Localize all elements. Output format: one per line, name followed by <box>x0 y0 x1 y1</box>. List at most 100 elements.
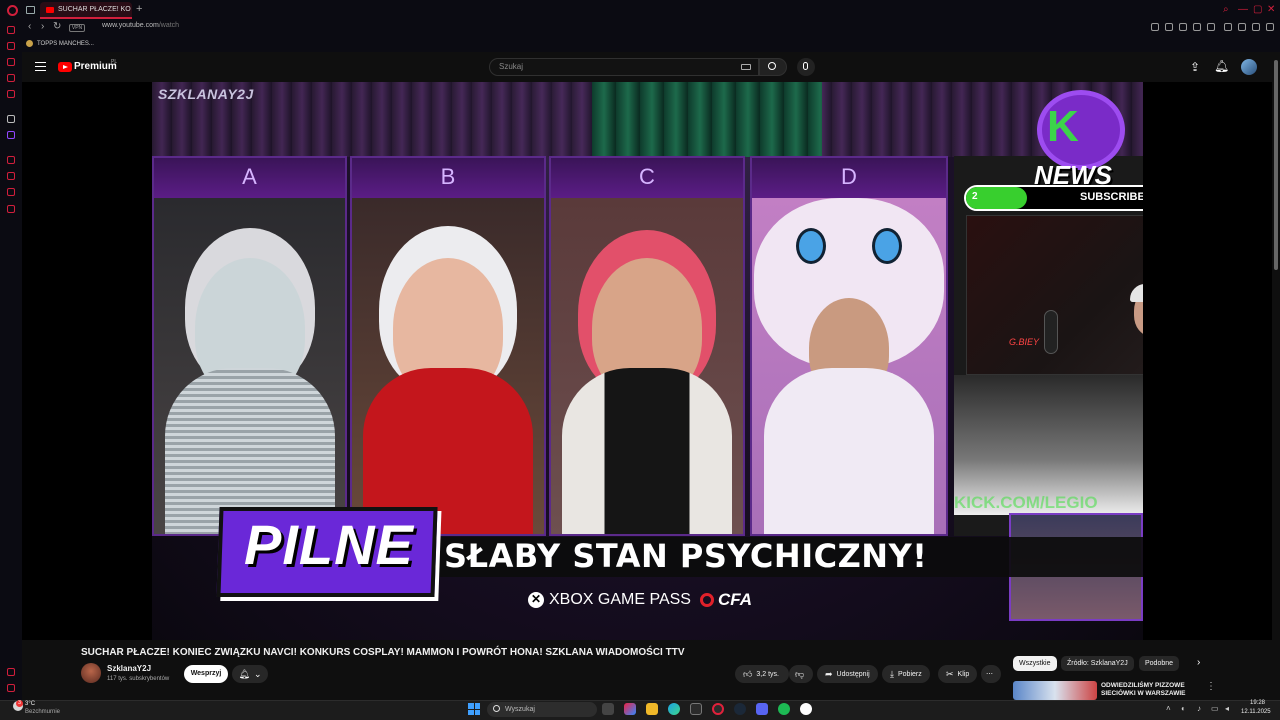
taskbar-search-input[interactable]: Wyszukaj <box>487 702 597 717</box>
vpn-badge[interactable]: VPN <box>69 24 85 32</box>
easy-setup-icon[interactable] <box>1266 23 1274 31</box>
steam-icon[interactable] <box>734 703 746 715</box>
windows-taskbar <box>0 700 1280 720</box>
chip-similar[interactable]: Podobne <box>1139 656 1180 671</box>
copilot-icon[interactable] <box>624 703 636 715</box>
task-view-icon[interactable] <box>602 703 614 715</box>
keyboard-icon[interactable] <box>741 64 751 70</box>
volume-icon[interactable]: ◂ <box>1225 704 1229 713</box>
tray-app-icon[interactable]: ◐ <box>1181 704 1186 713</box>
contestant-outfit <box>764 368 934 534</box>
active-browser-tab[interactable]: SUCHAR PŁACZE! KO <box>40 2 132 19</box>
bookmark-favicon-icon <box>26 40 33 47</box>
url-field[interactable]: www.youtube.com/watch <box>102 22 179 29</box>
extensions-icon[interactable] <box>1224 23 1232 31</box>
download-icon[interactable] <box>1252 23 1260 31</box>
chevron-up-icon[interactable]: ˄ <box>1166 704 1171 713</box>
search-icon <box>493 705 500 712</box>
edge-icon[interactable] <box>668 703 680 715</box>
downloads-icon[interactable] <box>7 188 15 196</box>
video-frame[interactable]: SZKLANAY2J A B C D KICK.COM/LEGIO K NEWS <box>152 82 1143 640</box>
microphone-icon[interactable]: ♪ <box>1197 704 1201 713</box>
whatsapp-icon[interactable] <box>7 58 15 66</box>
notifications-bell-icon[interactable]: 🔔︎ <box>1214 59 1229 73</box>
maximize-window-button[interactable]: ▢ <box>1253 4 1262 15</box>
hamburger-menu-icon[interactable] <box>35 62 46 71</box>
news-logo-letter: K <box>1047 102 1079 151</box>
wallet-icon[interactable] <box>1238 23 1246 31</box>
neon-sign: G.BIEY <box>1009 337 1040 347</box>
shield-icon[interactable] <box>1179 23 1187 31</box>
recommendation-title[interactable]: ODWIEDZILIŚMY PIZZOWE SIECIÓWKI W WARSZA… <box>1101 682 1197 698</box>
reload-button[interactable]: ↻ <box>53 21 61 32</box>
file-explorer-icon[interactable] <box>646 703 658 715</box>
opera-menu-icon[interactable] <box>7 5 18 16</box>
vk-icon[interactable] <box>7 90 15 98</box>
share-label: Udostępnij <box>836 670 870 678</box>
more-icon: ⋯ <box>986 671 993 678</box>
contestant-letter: D <box>841 164 857 189</box>
chevron-right-icon[interactable]: › <box>1197 657 1200 668</box>
download-button[interactable]: ⤓ Pobierz <box>882 665 930 683</box>
chip-source[interactable]: Źródło: SzklanaY2J <box>1061 656 1134 671</box>
network-icon[interactable]: ▭ <box>1211 704 1219 713</box>
ai-icon[interactable] <box>7 115 15 123</box>
heart-icon[interactable] <box>1207 23 1215 31</box>
spotify-icon[interactable] <box>778 703 790 715</box>
subscribed-button[interactable]: 🔔︎ ⌄ <box>232 665 268 683</box>
minimize-window-button[interactable]: — <box>1238 4 1248 15</box>
browser-tab-bar <box>0 0 1280 20</box>
user-avatar[interactable] <box>1241 59 1257 75</box>
recommendation-menu-icon[interactable]: ⋮ <box>1206 681 1216 692</box>
breaking-badge-text: PILNE <box>244 513 414 576</box>
twitch-icon[interactable] <box>7 131 15 139</box>
dislike-button[interactable]: 👎︎ <box>789 665 813 683</box>
channel-avatar[interactable] <box>81 663 101 683</box>
scrollbar-thumb[interactable] <box>1274 60 1278 270</box>
clip-button[interactable]: ✂ Klip <box>938 665 978 683</box>
discord-icon[interactable] <box>756 703 768 715</box>
opera-icon[interactable] <box>712 703 724 715</box>
weather-description[interactable]: Bezchmurnie <box>25 709 60 715</box>
back-button[interactable]: ‹ <box>28 21 31 32</box>
bookmark-icon[interactable] <box>1151 23 1159 31</box>
speed-dial-icon[interactable] <box>7 26 15 34</box>
bookmark-item[interactable]: TOPPS MANCHES... <box>26 40 94 47</box>
store-icon[interactable] <box>690 703 702 715</box>
forward-button[interactable]: › <box>41 21 44 32</box>
search-tabs-icon[interactable]: ⌕ <box>1223 4 1229 15</box>
play-icon[interactable] <box>1193 23 1201 31</box>
app-icon[interactable] <box>800 703 812 715</box>
clock-icon[interactable] <box>7 172 15 180</box>
channel-name[interactable]: SzklanaY2J <box>107 664 151 673</box>
close-window-button[interactable]: ✕ <box>1267 4 1275 15</box>
chip-all[interactable]: Wszystkie <box>1013 656 1057 671</box>
chevron-down-icon: ⌄ <box>253 668 262 679</box>
download-icon: ⤓ <box>890 668 894 679</box>
windows-start-icon[interactable] <box>468 703 480 715</box>
messenger-icon[interactable] <box>7 42 15 50</box>
contestant-camera <box>752 198 946 534</box>
tab-manager-icon[interactable] <box>26 6 35 14</box>
sidebar-more-icon[interactable] <box>7 668 15 676</box>
more-actions-button[interactable]: ⋯ <box>981 665 1001 683</box>
contestant-camera <box>551 198 743 534</box>
share-button[interactable]: ➦ Udostępnij <box>817 665 878 683</box>
upload-icon[interactable]: ⇪ <box>1190 60 1200 74</box>
like-button[interactable]: 👍︎ 3,2 tys. <box>735 665 789 683</box>
sidebar-settings-icon[interactable] <box>7 684 15 692</box>
settings-icon[interactable] <box>7 205 15 213</box>
support-button[interactable]: Wesprzyj <box>184 665 228 683</box>
snapshot-icon[interactable] <box>1165 23 1173 31</box>
instagram-icon[interactable] <box>7 74 15 82</box>
contestant-panel-a: A <box>152 156 347 536</box>
search-input[interactable]: Szukaj <box>489 58 759 76</box>
clock-time[interactable]: 19:28 <box>1250 700 1265 706</box>
history-icon[interactable] <box>7 156 15 164</box>
recommendation-thumbnail[interactable] <box>1013 681 1097 700</box>
clock-date[interactable]: 12.11.2025 <box>1241 709 1271 715</box>
sponsor-xbox: XBOX GAME PASS <box>528 591 691 609</box>
weather-temperature[interactable]: 3°C <box>25 701 35 707</box>
youtube-logo-icon[interactable] <box>58 62 72 72</box>
new-tab-button[interactable]: + <box>136 3 142 15</box>
